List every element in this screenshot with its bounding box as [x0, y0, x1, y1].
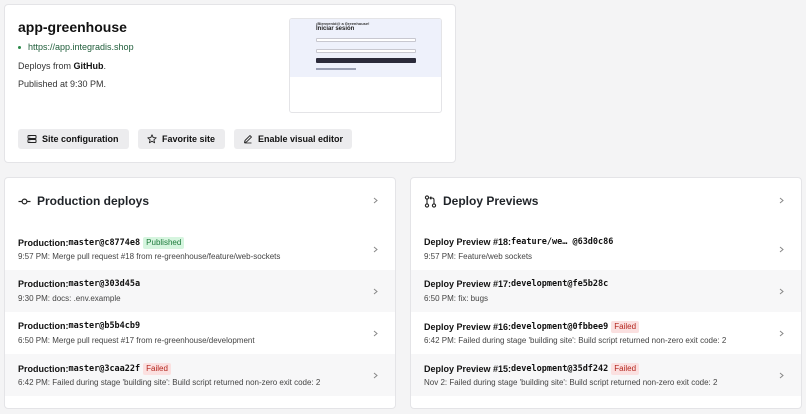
deploy-detail: Nov 2: Failed during stage 'building sit… — [424, 378, 718, 387]
deploy-ref: development@35df242 — [511, 364, 609, 374]
chevron-right-icon — [373, 372, 378, 379]
favorite-site-label: Favorite site — [162, 134, 216, 144]
production-deploy-row[interactable]: Production: master@b5b4cb9 6:50 PM: Merg… — [5, 312, 395, 354]
deploy-prefix: Deploy Preview #17: — [424, 279, 512, 289]
preview-field — [316, 38, 416, 42]
preview-button — [316, 58, 416, 63]
pull-request-icon — [424, 194, 437, 208]
deploy-prefix: Deploy Preview #15: — [424, 364, 512, 374]
chevron-right-icon — [779, 246, 784, 253]
failed-badge: Failed — [611, 321, 640, 333]
production-deploy-row[interactable]: Production: master@c8774e8 Published 9:5… — [5, 228, 395, 270]
deploy-ref: master@303d45a — [68, 279, 141, 289]
deploy-title: Production: master@3caa22f Failed — [18, 363, 171, 375]
site-preview-thumbnail[interactable]: ¡Bienvenid@ a Greenhouse! Iniciar sesión — [289, 18, 442, 113]
deploy-ref: master@3caa22f — [68, 364, 141, 374]
deploy-previews-title: Deploy Previews — [443, 194, 539, 208]
deploy-prefix: Production: — [18, 364, 69, 374]
deploys-from-prefix: Deploys from — [18, 61, 74, 71]
deploy-prefix: Production: — [18, 321, 69, 331]
production-deploys-header[interactable]: Production deploys — [5, 178, 395, 224]
deploy-previews-panel: Deploy Previews Deploy Preview #18: feat… — [410, 177, 802, 409]
deploy-title: Deploy Preview #17: development@fe5b28c — [424, 279, 608, 289]
production-deploys-title: Production deploys — [37, 194, 150, 208]
production-deploy-row[interactable]: Production: master@3caa22f Failed 6:42 P… — [5, 354, 395, 396]
production-deploy-row[interactable]: Production: master@303d45a 9:30 PM: docs… — [5, 270, 395, 312]
deploy-detail: 9:57 PM: Feature/web sockets — [424, 252, 533, 261]
deploy-preview-row[interactable]: Deploy Preview #18: feature/we… @63d0c86… — [411, 228, 801, 270]
deploy-title: Deploy Preview #18: feature/we… @63d0c86 — [424, 237, 613, 247]
preview-top: ¡Bienvenid@ a Greenhouse! Iniciar sesión — [290, 19, 441, 77]
commit-icon — [18, 197, 31, 205]
deploy-ref: master@b5b4cb9 — [68, 321, 141, 331]
enable-visual-editor-label: Enable visual editor — [257, 134, 343, 144]
site-configuration-label: Site configuration — [42, 134, 119, 144]
deploy-prefix: Deploy Preview #16: — [424, 322, 512, 332]
pencil-icon — [244, 135, 252, 144]
deploys-from-text: Deploys from GitHub. — [18, 61, 106, 71]
deploy-prefix: Deploy Preview #18: — [424, 237, 512, 247]
deploy-detail: 6:50 PM: Merge pull request #17 from re-… — [18, 336, 255, 345]
published-badge: Published — [143, 237, 185, 249]
deploy-previews-header[interactable]: Deploy Previews — [411, 178, 801, 224]
site-card: app-greenhouse https://app.integradis.sh… — [4, 4, 456, 163]
deploy-title: Production: master@303d45a — [18, 279, 140, 289]
deploys-from-suffix: . — [103, 61, 107, 71]
deploy-detail: 6:42 PM: Failed during stage 'building s… — [424, 336, 727, 345]
deploy-title: Production: master@b5b4cb9 — [18, 321, 140, 331]
deploys-from-source[interactable]: GitHub — [74, 61, 104, 71]
chevron-right-icon — [373, 246, 378, 253]
deploy-title: Deploy Preview #15: development@35df242 … — [424, 363, 640, 375]
chevron-right-icon — [779, 330, 784, 337]
deploy-ref: development@fe5b28c — [511, 279, 609, 289]
favorite-site-button[interactable]: Favorite site — [138, 129, 225, 149]
preview-footer-line — [316, 68, 356, 70]
site-url-text[interactable]: https://app.integradis.shop — [28, 42, 134, 52]
server-icon — [27, 135, 37, 143]
chevron-right-icon — [373, 288, 378, 295]
chevron-right-icon — [373, 330, 378, 337]
deploy-title: Deploy Preview #16: development@0fbbee9 … — [424, 321, 640, 333]
deploy-title: Production: master@c8774e8 Published — [18, 237, 185, 249]
chevron-right-icon — [779, 197, 784, 204]
preview-heading: Iniciar sesión — [316, 26, 355, 32]
deploy-detail: 9:30 PM: docs: .env.example — [18, 294, 121, 303]
deploy-detail: 6:50 PM: fix: bugs — [424, 294, 489, 303]
chevron-right-icon — [373, 197, 378, 204]
deploy-ref: master@c8774e8 — [68, 238, 141, 248]
star-icon — [147, 134, 157, 144]
deploy-prefix: Production: — [18, 279, 69, 289]
failed-badge: Failed — [611, 363, 640, 375]
chevron-right-icon — [779, 288, 784, 295]
failed-badge: Failed — [143, 363, 171, 375]
deploy-preview-row[interactable]: Deploy Preview #15: development@35df242 … — [411, 354, 801, 396]
chevron-right-icon — [779, 372, 784, 379]
enable-visual-editor-button[interactable]: Enable visual editor — [234, 129, 352, 149]
preview-field — [316, 49, 416, 53]
production-deploys-panel: Production deploys Production: master@c8… — [4, 177, 396, 409]
deploy-prefix: Production: — [18, 238, 69, 248]
site-title: app-greenhouse — [18, 19, 127, 35]
site-configuration-button[interactable]: Site configuration — [18, 129, 129, 149]
published-time: Published at 9:30 PM. — [18, 79, 107, 89]
deploy-preview-row[interactable]: Deploy Preview #16: development@0fbbee9 … — [411, 312, 801, 354]
site-url-link[interactable]: https://app.integradis.shop — [18, 42, 134, 52]
deploy-preview-row[interactable]: Deploy Preview #17: development@fe5b28c … — [411, 270, 801, 312]
deploy-ref: feature/we… @63d0c86 — [511, 237, 614, 247]
bullet-icon — [18, 45, 21, 49]
deploy-detail: 9:57 PM: Merge pull request #18 from re-… — [18, 252, 281, 261]
deploy-detail: 6:42 PM: Failed during stage 'building s… — [18, 378, 321, 387]
deploy-ref: development@0fbbee9 — [511, 322, 609, 332]
